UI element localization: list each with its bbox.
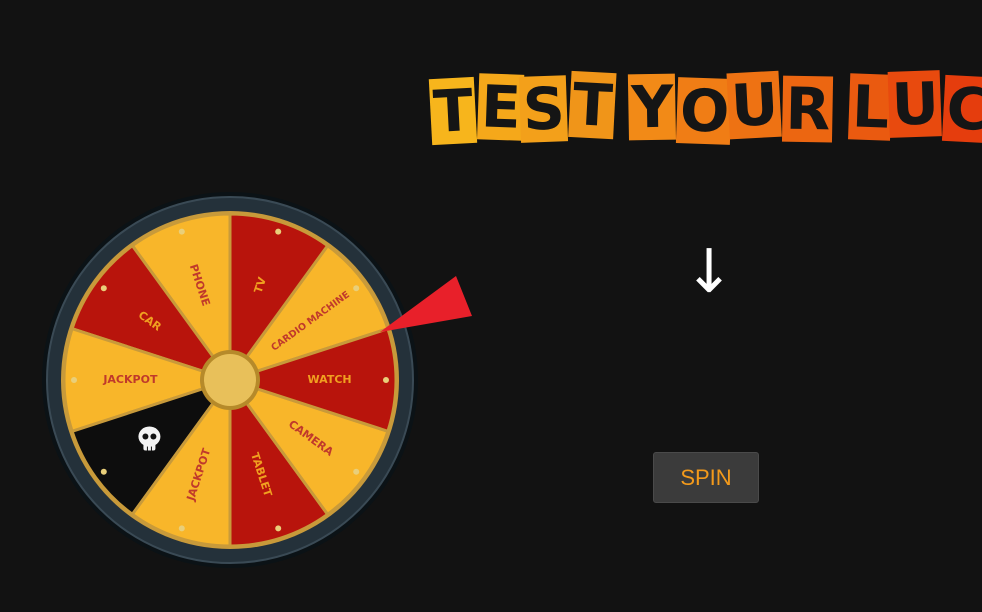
title-word: TEST <box>428 70 617 146</box>
title-letter: U <box>887 69 942 139</box>
title-letter: L <box>847 72 892 142</box>
wheel-bolt <box>353 285 360 292</box>
wheel-graphic: CARDIO MACHINETVPHONECARJACKPOTJACKPOT TA… <box>42 192 418 568</box>
title-letter: O <box>675 76 733 146</box>
wheel-pointer-icon <box>380 276 472 332</box>
wheel-bolt <box>100 285 107 292</box>
title-letter: U <box>726 70 782 140</box>
spin-button-label: SPIN <box>680 464 732 490</box>
title-letter: E <box>476 72 524 142</box>
down-arrow-icon: ↓ <box>684 237 735 307</box>
title-letter: S <box>518 74 569 144</box>
wheel-bolt <box>383 377 389 383</box>
wheel-bolt <box>178 525 185 532</box>
spin-button[interactable]: SPIN <box>653 452 759 503</box>
title-letter: C <box>941 74 982 144</box>
title-word: LUCK! <box>847 69 982 144</box>
prize-wheel[interactable]: CARDIO MACHINE TV PHONE CAR JACKPOT JACKPOT TA… <box>40 190 420 570</box>
wheel-bolt <box>275 228 282 235</box>
wheel-bolt <box>71 377 77 383</box>
wheel-hub <box>204 354 256 406</box>
wheel-segment-label: WATCH <box>308 373 352 386</box>
wheel-bolt <box>100 468 107 475</box>
page-title: TESTYOURLUCK! <box>428 60 982 146</box>
title-word: YOUR <box>627 70 833 146</box>
wheel-bolt <box>275 525 282 532</box>
title-letter: Y <box>627 73 676 141</box>
title-letter: T <box>428 76 477 146</box>
game-stage: TESTYOURLUCK! CARDIO MACHINETVPHONECARJA… <box>0 0 982 612</box>
wheel-bolt <box>178 228 185 235</box>
title-letter: T <box>568 70 617 140</box>
wheel-bolt <box>353 468 360 475</box>
title-letter: R <box>781 75 833 143</box>
wheel-segment-label: JACKPOT <box>102 373 158 386</box>
